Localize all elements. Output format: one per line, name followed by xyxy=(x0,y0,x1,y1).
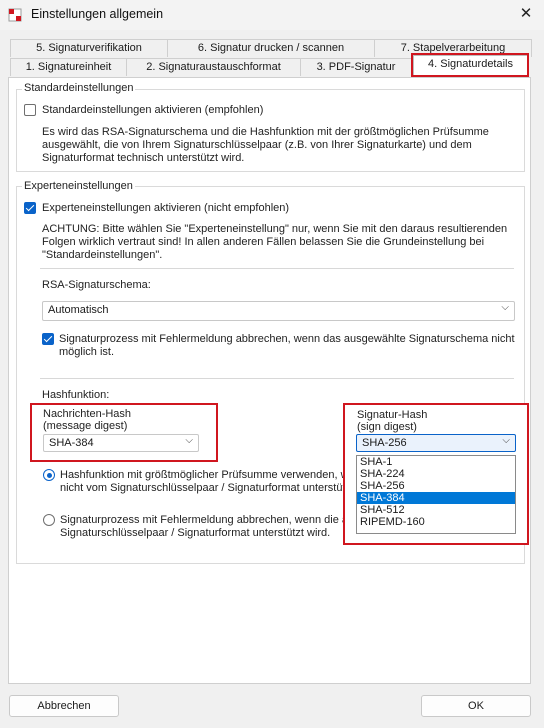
radio-use-max-checksum[interactable] xyxy=(43,469,55,481)
radio-use-max-checksum-label-2: nicht vom Signaturschlüsselpaar / Signat… xyxy=(60,482,372,494)
highlight-box-active-tab xyxy=(411,53,529,77)
radio-abort-with-error-label-1: Signaturprozess mit Fehlermeldung abbrec… xyxy=(60,514,372,526)
abort-on-scheme-error-checkbox[interactable] xyxy=(42,333,54,345)
divider xyxy=(40,268,514,269)
radio-use-max-checksum-label-1: Hashfunktion mit größtmöglicher Prüfsumm… xyxy=(60,469,377,481)
ok-button[interactable]: OK xyxy=(421,695,531,717)
tab-signaturverifikation[interactable]: 5. Signaturverifikation xyxy=(10,39,168,57)
expert-settings-checkbox[interactable] xyxy=(24,202,36,214)
rsa-scheme-value: Automatisch xyxy=(48,304,109,316)
tab-signaturaustauschformat[interactable]: 2. Signaturaustauschformat xyxy=(126,58,301,76)
app-icon xyxy=(8,8,22,22)
highlight-box-sign-hash xyxy=(343,403,529,545)
standard-description-line-3: Signaturformat technisch unterstützt wir… xyxy=(42,152,245,164)
standard-settings-group-label: Standardeinstellungen xyxy=(22,82,136,94)
tab-signatureinheit[interactable]: 1. Signatureinheit xyxy=(10,58,127,76)
radio-abort-with-error-label-2: Signaturschlüsselpaar / Signaturformat u… xyxy=(60,527,331,539)
highlight-box-message-hash xyxy=(30,403,218,462)
expert-settings-checkbox-label: Experteneinstellungen aktivieren (nicht … xyxy=(42,202,290,214)
standard-settings-checkbox[interactable] xyxy=(24,104,36,116)
standard-settings-checkbox-label: Standardeinstellungen aktivieren (empfoh… xyxy=(42,104,264,116)
expert-warning-line-2: Folgen wirklich vertraut sind! In allen … xyxy=(42,236,485,248)
expert-warning-line-1: ACHTUNG: Bitte wählen Sie "Experteneinst… xyxy=(42,223,508,235)
standard-description-line-1: Es wird das RSA-Signaturschema und die H… xyxy=(42,126,489,138)
close-icon[interactable]: ✕ xyxy=(513,3,539,25)
abort-on-scheme-error-label-1: Signaturprozess mit Fehlermeldung abbrec… xyxy=(59,333,515,345)
chevron-down-icon: ⌵ xyxy=(501,302,509,313)
rsa-scheme-label: RSA-Signaturschema: xyxy=(42,279,151,291)
tab-signatur-drucken-scannen[interactable]: 6. Signatur drucken / scannen xyxy=(167,39,375,57)
abort-on-scheme-error-label-2: möglich ist. xyxy=(59,346,115,358)
divider xyxy=(40,378,514,379)
window-title: Einstellungen allgemein xyxy=(31,7,164,21)
cancel-button[interactable]: Abbrechen xyxy=(9,695,119,717)
radio-abort-with-error[interactable] xyxy=(43,514,55,526)
standard-description-line-2: ausgewählt, die von Ihrem Signaturschlüs… xyxy=(42,139,472,151)
expert-warning-line-3: "Standardeinstellungen". xyxy=(42,249,163,261)
tab-pdf-signatur[interactable]: 3. PDF-Signatur xyxy=(300,58,412,76)
hash-function-label: Hashfunktion: xyxy=(42,389,110,401)
expert-settings-group-label: Experteneinstellungen xyxy=(22,180,135,192)
rsa-scheme-select[interactable]: Automatisch ⌵ xyxy=(42,301,515,321)
